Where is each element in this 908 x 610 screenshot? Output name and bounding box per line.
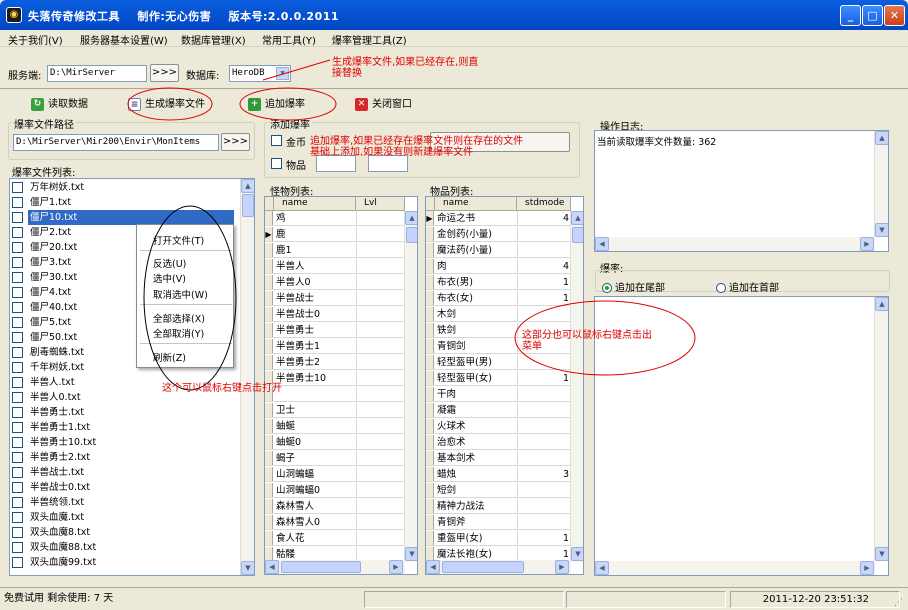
status-panel-empty [566, 591, 726, 608]
resize-grip-icon[interactable]: ⋰ [894, 597, 906, 609]
annotation-append-note: 追加爆率,如果已经存在爆率文件则在存在的文件 基础上添加,如果没有则新建爆率文件 [310, 136, 524, 158]
annotation-ellipse [127, 87, 213, 121]
status-bar: 免费试用 剩余使用: 7 天 2011-12-20 23:51:32 ⋰ [0, 587, 908, 610]
annotation-list-note: 这个可以鼠标右键点击打开 [162, 383, 282, 394]
status-panel-empty [364, 591, 564, 608]
status-trial: 免费试用 剩余使用: 7 天 [4, 593, 114, 604]
annotation-generate-note: 生成爆率文件,如果已经存在,则直 接替换 [332, 57, 479, 79]
annotation-overlay [127, 59, 696, 391]
annotation-rightclick-note: 这部分也可以鼠标右键点击出 菜单 [522, 330, 652, 352]
status-datetime: 2011-12-20 23:51:32 [730, 591, 900, 608]
app-window: ◉ 失落传奇修改工具 制作:无心伤害 版本号:2.0.0.2011 _ □ ✕ … [0, 0, 908, 610]
annotation-arrow [262, 59, 331, 81]
annotation-ellipse-black [143, 205, 237, 391]
annotation-ellipse [239, 87, 337, 121]
